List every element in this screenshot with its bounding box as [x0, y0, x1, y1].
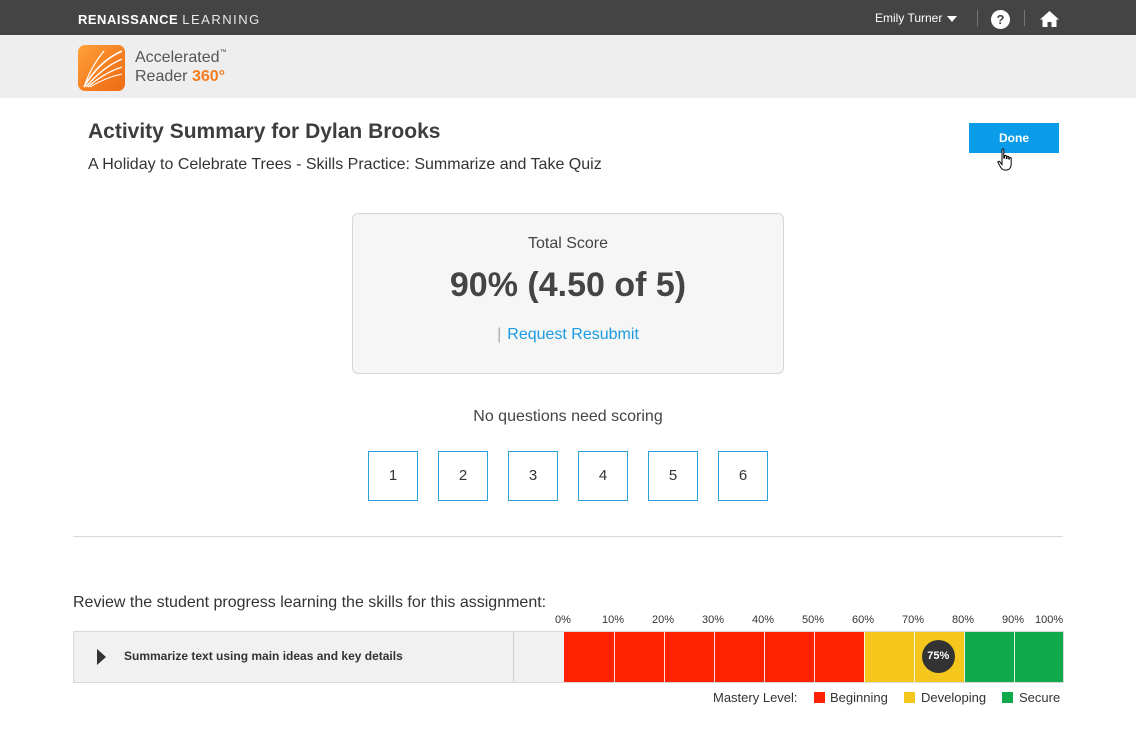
percent-label: 20% — [652, 614, 675, 626]
bar-gridline — [1014, 632, 1015, 682]
renaissance-logo[interactable]: RENAISSANCE LEARNING — [78, 12, 261, 27]
app-header: Accelerated™ Reader 360° — [0, 35, 1136, 98]
question-button[interactable]: 5 — [648, 451, 698, 501]
score-card: Total Score 90% (4.50 of 5) | Request Res… — [352, 213, 784, 374]
page-title: Activity Summary for Dylan Brooks — [88, 120, 441, 143]
percent-label: 0% — [555, 614, 571, 626]
question-button[interactable]: 2 — [438, 451, 488, 501]
percent-label: 90% — [1002, 614, 1025, 626]
chevron-down-icon[interactable] — [947, 16, 957, 22]
topbar-divider — [1024, 10, 1025, 26]
separator: | — [497, 326, 502, 343]
legend-label: Developing — [921, 690, 987, 705]
brand-bold: RENAISSANCE — [78, 12, 179, 27]
brand-light: LEARNING — [182, 12, 261, 27]
percent-label: 60% — [852, 614, 875, 626]
section-divider — [73, 536, 1063, 537]
question-button[interactable]: 3 — [508, 451, 558, 501]
percent-label: 100% — [1035, 614, 1064, 626]
accelerated-reader-logo-icon[interactable] — [78, 45, 125, 91]
review-heading: Review the student progress learning the… — [73, 594, 547, 611]
help-icon[interactable]: ? — [991, 10, 1010, 29]
legend-swatch-developing — [904, 692, 915, 703]
percent-label: 80% — [952, 614, 975, 626]
app-name: Accelerated™ — [135, 49, 227, 67]
score-value: 90% (4.50 of 5) — [449, 266, 687, 304]
resubmit-row: | Request Resubmit — [353, 326, 783, 344]
bar-gridline — [914, 632, 915, 682]
legend-swatch-secure — [1002, 692, 1013, 703]
question-button[interactable]: 4 — [578, 451, 628, 501]
bar-gridline — [764, 632, 765, 682]
percent-label: 50% — [802, 614, 825, 626]
bar-gridline — [864, 632, 865, 682]
legend-label: Beginning — [830, 690, 888, 705]
score-label: Total Score — [527, 235, 609, 252]
question-button[interactable]: 6 — [718, 451, 768, 501]
bar-gridline — [714, 632, 715, 682]
app-name-reader: Reader — [135, 68, 188, 85]
legend-title: Mastery Level: — [713, 690, 798, 705]
app-name-360: 360° — [191, 68, 226, 85]
home-icon[interactable] — [1039, 10, 1060, 28]
legend-swatch-beginning — [814, 692, 825, 703]
percent-label: 70% — [902, 614, 925, 626]
expand-caret-icon[interactable] — [97, 649, 106, 665]
user-menu[interactable]: Emily Turner — [875, 11, 942, 25]
bar-gridline — [814, 632, 815, 682]
legend-label: Secure — [1019, 690, 1061, 705]
bar-gridline — [964, 632, 965, 682]
score-marker: 75% — [921, 640, 955, 673]
app-name-line2: Reader 360° — [135, 68, 225, 86]
bar-gridline — [664, 632, 665, 682]
percent-label: 40% — [752, 614, 775, 626]
percent-label: 30% — [702, 614, 725, 626]
skill-label: Summarize text using main ideas and key … — [124, 649, 403, 663]
trademark: ™ — [219, 49, 227, 56]
app-name-line1: Accelerated — [135, 49, 220, 66]
skill-divider — [513, 632, 514, 682]
question-button[interactable]: 1 — [368, 451, 418, 501]
hand-cursor-icon — [997, 148, 1012, 171]
scoring-status: No questions need scoring — [473, 408, 663, 425]
request-resubmit-link[interactable]: Request Resubmit — [507, 326, 639, 343]
percent-label: 10% — [602, 614, 625, 626]
top-bar: RENAISSANCE LEARNING Emily Turner ? — [0, 0, 1136, 35]
bar-gridline — [614, 632, 615, 682]
page-subtitle: A Holiday to Celebrate Trees - Skills Pr… — [88, 156, 602, 173]
topbar-divider — [977, 10, 978, 26]
